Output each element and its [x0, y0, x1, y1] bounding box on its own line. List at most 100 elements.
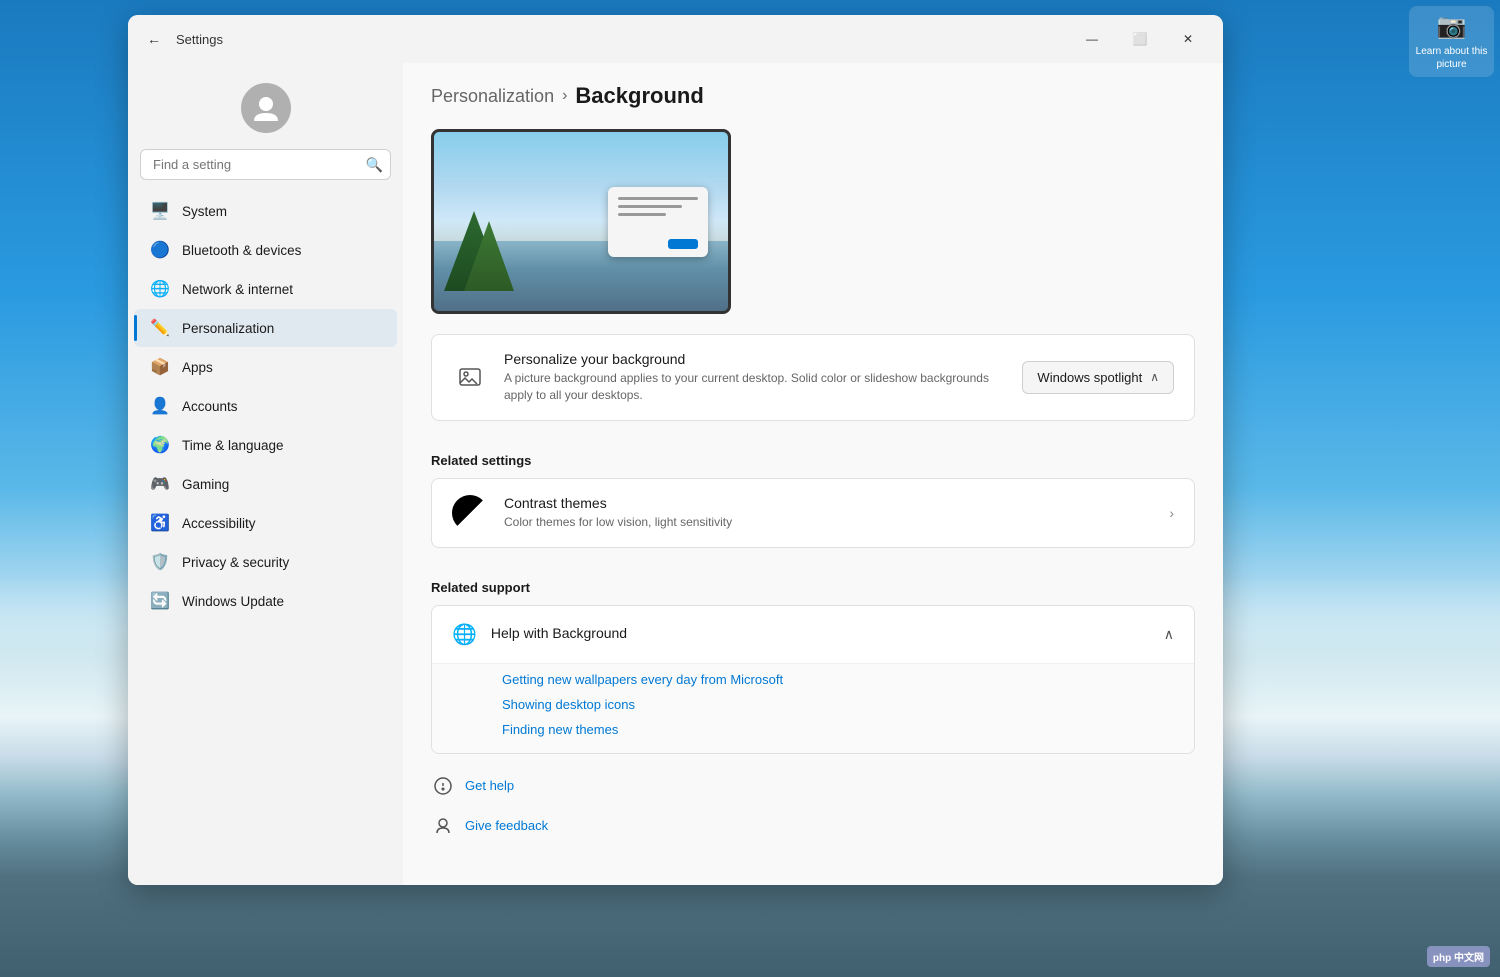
- sidebar-item-bluetooth-label: Bluetooth & devices: [182, 243, 301, 258]
- back-button[interactable]: ←: [140, 25, 168, 53]
- breadcrumb-current: Background: [575, 83, 703, 109]
- maximize-button[interactable]: ⬜: [1117, 23, 1163, 55]
- sidebar-item-personalization-label: Personalization: [182, 321, 274, 336]
- search-input[interactable]: [140, 149, 391, 180]
- sidebar-item-gaming[interactable]: 🎮 Gaming: [134, 465, 397, 503]
- chevron-right-icon: ›: [1169, 505, 1174, 521]
- sidebar-item-gaming-label: Gaming: [182, 477, 229, 492]
- window-controls: — ⬜ ✕: [1069, 23, 1211, 55]
- get-help-row[interactable]: Get help: [431, 770, 1195, 802]
- help-support-header-row[interactable]: 🌐 Help with Background ∧: [432, 606, 1194, 663]
- breadcrumb-parent[interactable]: Personalization: [431, 86, 554, 107]
- give-feedback-label: Give feedback: [465, 818, 548, 833]
- search-icon: 🔍: [366, 156, 383, 173]
- time-icon: 🌍: [150, 435, 170, 455]
- sidebar-item-personalization[interactable]: ✏️ Personalization: [134, 309, 397, 347]
- bluetooth-icon: 🔵: [150, 240, 170, 260]
- minimize-button[interactable]: —: [1069, 23, 1115, 55]
- sidebar-item-privacy[interactable]: 🛡️ Privacy & security: [134, 543, 397, 581]
- dialog-line-1: [618, 197, 698, 200]
- related-settings-card: Contrast themes Color themes for low vis…: [431, 478, 1195, 548]
- support-links-container: Getting new wallpapers every day from Mi…: [432, 663, 1194, 753]
- help-support-card: 🌐 Help with Background ∧ Getting new wal…: [431, 605, 1195, 754]
- personalize-bg-desc: A picture background applies to your cur…: [504, 370, 1006, 404]
- desktop-preview: [431, 129, 731, 314]
- personalize-bg-text: Personalize your background A picture ba…: [504, 351, 1006, 404]
- network-icon: 🌐: [150, 279, 170, 299]
- titlebar-left: ← Settings: [140, 25, 223, 53]
- bottom-links: Get help Give feedback: [431, 770, 1195, 842]
- sidebar-item-privacy-label: Privacy & security: [182, 555, 289, 570]
- contrast-text: Contrast themes Color themes for low vis…: [504, 495, 1153, 531]
- titlebar: ← Settings — ⬜ ✕: [128, 15, 1223, 63]
- personalize-bg-row: Personalize your background A picture ba…: [432, 335, 1194, 420]
- chevron-up-icon: ∧: [1150, 370, 1159, 384]
- close-button[interactable]: ✕: [1165, 23, 1211, 55]
- give-feedback-row[interactable]: Give feedback: [431, 810, 1195, 842]
- accounts-icon: 👤: [150, 396, 170, 416]
- globe-icon: 🌐: [452, 622, 477, 647]
- gaming-icon: 🎮: [150, 474, 170, 494]
- settings-window: ← Settings — ⬜ ✕: [128, 15, 1223, 885]
- dialog-button: [668, 239, 698, 249]
- give-feedback-icon: [431, 814, 455, 838]
- sidebar-item-bluetooth[interactable]: 🔵 Bluetooth & devices: [134, 231, 397, 269]
- breadcrumb: Personalization › Background: [431, 83, 1195, 109]
- contrast-title: Contrast themes: [504, 495, 1153, 511]
- dialog-line-3: [618, 213, 666, 216]
- get-help-icon: [431, 774, 455, 798]
- background-type-dropdown[interactable]: Windows spotlight ∧: [1022, 361, 1174, 394]
- preview-dialog: [608, 187, 708, 257]
- breadcrumb-separator: ›: [562, 87, 567, 105]
- privacy-icon: 🛡️: [150, 552, 170, 572]
- help-title: Help with Background: [491, 625, 627, 641]
- update-icon: 🔄: [150, 591, 170, 611]
- contrast-icon: [452, 495, 488, 531]
- sidebar-item-accounts-label: Accounts: [182, 399, 238, 414]
- sidebar-item-time-label: Time & language: [182, 438, 284, 453]
- content-area: 🔍 🖥️ System 🔵 Bluetooth & devices 🌐 Netw…: [128, 63, 1223, 885]
- camera-icon: 📷: [1437, 12, 1467, 41]
- sidebar-item-accessibility-label: Accessibility: [182, 516, 256, 531]
- sidebar-item-system[interactable]: 🖥️ System: [134, 192, 397, 230]
- sidebar-item-network-label: Network & internet: [182, 282, 293, 297]
- preview-desktop-area: [434, 132, 728, 311]
- sidebar-item-system-label: System: [182, 204, 227, 219]
- bg-type-control: Windows spotlight ∧: [1022, 361, 1174, 394]
- picture-icon: [452, 359, 488, 395]
- window-title: Settings: [176, 32, 223, 47]
- sidebar-item-update-label: Windows Update: [182, 594, 284, 609]
- learn-about-picture-label: Learn about this picture: [1415, 45, 1488, 71]
- help-chevron-up-icon: ∧: [1164, 626, 1174, 643]
- sidebar-item-accounts[interactable]: 👤 Accounts: [134, 387, 397, 425]
- help-link-desktop-icons[interactable]: Showing desktop icons: [502, 697, 1174, 712]
- related-support-header: Related support: [431, 564, 1195, 605]
- sidebar-item-accessibility[interactable]: ♿ Accessibility: [134, 504, 397, 542]
- help-link-themes[interactable]: Finding new themes: [502, 722, 1174, 737]
- personalize-bg-title: Personalize your background: [504, 351, 1006, 367]
- sidebar-item-network[interactable]: 🌐 Network & internet: [134, 270, 397, 308]
- php-badge: php 中文网: [1427, 946, 1490, 967]
- contrast-desc: Color themes for low vision, light sensi…: [504, 514, 1153, 531]
- search-container: 🔍: [140, 149, 391, 180]
- avatar-container: [128, 73, 403, 149]
- sidebar: 🔍 🖥️ System 🔵 Bluetooth & devices 🌐 Netw…: [128, 63, 403, 885]
- sidebar-item-time[interactable]: 🌍 Time & language: [134, 426, 397, 464]
- sidebar-item-update[interactable]: 🔄 Windows Update: [134, 582, 397, 620]
- background-type-label: Windows spotlight: [1037, 370, 1142, 385]
- dialog-line-2: [618, 205, 682, 208]
- main-panel: Personalization › Background: [403, 63, 1223, 885]
- personalize-bg-card: Personalize your background A picture ba…: [431, 334, 1195, 421]
- sidebar-item-apps[interactable]: 📦 Apps: [134, 348, 397, 386]
- get-help-label: Get help: [465, 778, 514, 793]
- sidebar-item-apps-label: Apps: [182, 360, 213, 375]
- apps-icon: 📦: [150, 357, 170, 377]
- avatar: [241, 83, 291, 133]
- help-link-wallpapers[interactable]: Getting new wallpapers every day from Mi…: [502, 672, 1174, 687]
- learn-about-picture-button[interactable]: 📷 Learn about this picture: [1409, 6, 1494, 77]
- personalization-icon: ✏️: [150, 318, 170, 338]
- accessibility-icon: ♿: [150, 513, 170, 533]
- related-settings-header: Related settings: [431, 437, 1195, 478]
- contrast-themes-row[interactable]: Contrast themes Color themes for low vis…: [432, 479, 1194, 547]
- system-icon: 🖥️: [150, 201, 170, 221]
